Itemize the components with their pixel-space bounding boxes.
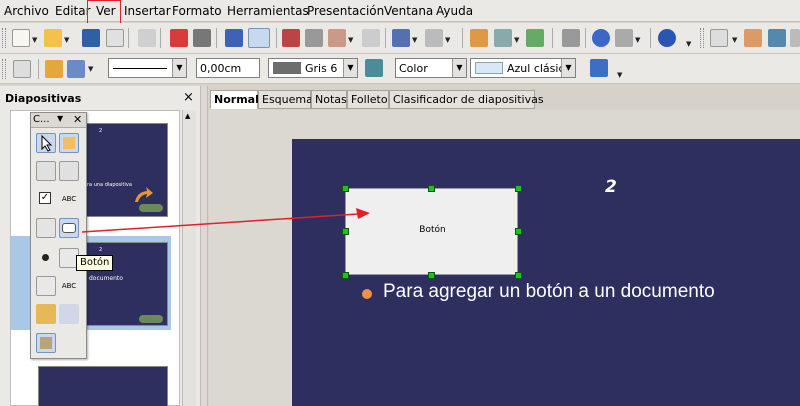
annotation-arrow bbox=[81, 208, 370, 233]
impress-window: Archivo Editar Ver Insertar Formato Herr… bbox=[0, 0, 800, 406]
